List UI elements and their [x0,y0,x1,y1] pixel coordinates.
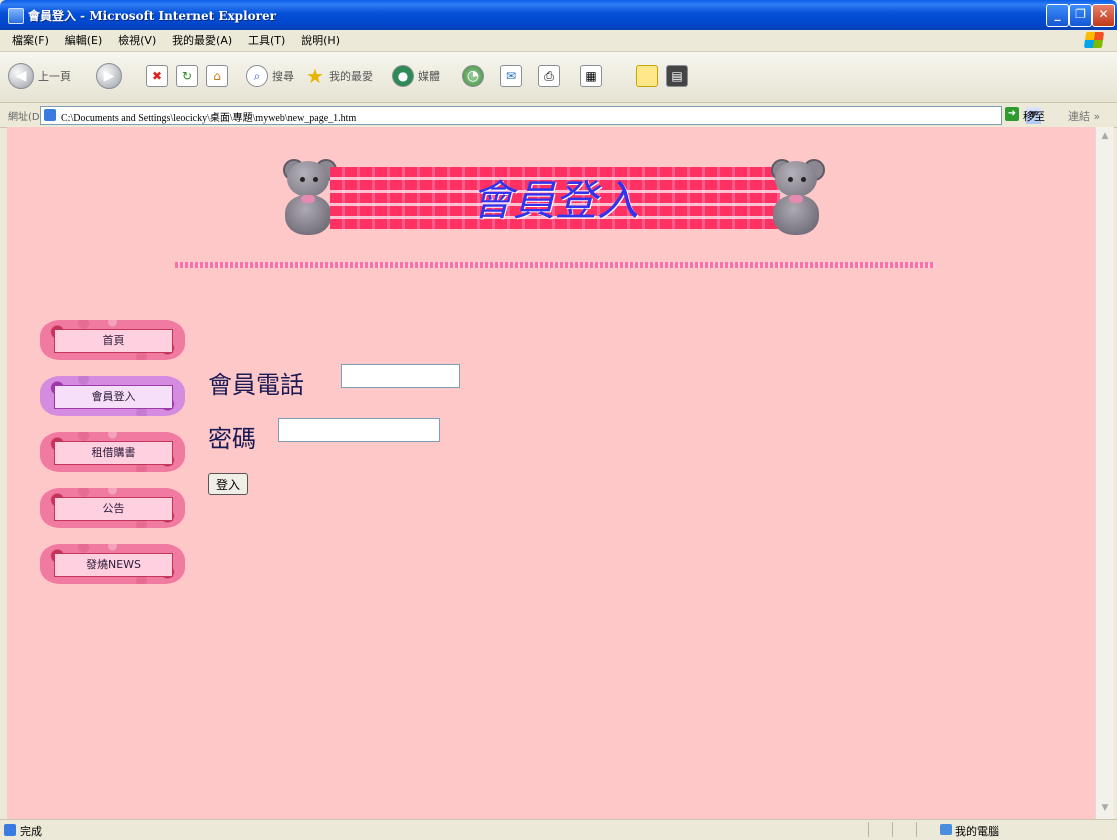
window-title: 會員登入 - Microsoft Internet Explorer [28,9,276,23]
close-button[interactable]: ✕ [1092,4,1115,27]
media-globe-icon: ● [392,65,414,87]
nav-announcement-label: 公告 [54,497,173,521]
favorites-label: 我的最愛 [329,70,373,83]
page-content: 會員登入 首頁 會員登入 租借購書 公告 發燒NEWS 會員電話 密碼 登入 [7,127,1095,819]
address-bar: 網址(D) C:\Documents and Settings\leocicky… [0,103,1117,128]
discuss-button[interactable] [636,60,658,92]
menu-view[interactable]: 檢視(V) [118,30,156,51]
nav-hot-news-button[interactable]: 發燒NEWS [40,544,185,584]
menu-file[interactable]: 檔案(F) [12,30,49,51]
star-icon: ★ [306,64,324,88]
status-divider [916,822,917,837]
history-button[interactable]: ◔ [462,60,484,92]
nav-rent-buy-button[interactable]: 租借購書 [40,432,185,472]
toolbar: ◀ 上一頁 ▶ ✖ ↻ ⌂ ⌕ 搜尋 ★ 我的最愛 ● 媒體 ◔ ✉ ⎙ ▦ ▤ [0,52,1117,103]
nav-announcement-button[interactable]: 公告 [40,488,185,528]
scroll-up-icon[interactable]: ▲ [1098,129,1112,143]
banner: 會員登入 [275,157,835,239]
home-button[interactable]: ⌂ [206,60,228,92]
nav-hot-news-label: 發燒NEWS [54,553,173,577]
menu-tools[interactable]: 工具(T) [248,30,285,51]
messenger-button[interactable]: ▤ [666,60,688,92]
history-icon: ◔ [462,65,484,87]
nav-member-login-label: 會員登入 [54,385,173,409]
status-divider [868,822,869,837]
banner-title: 會員登入 [470,176,639,225]
status-text: 完成 [20,825,42,838]
mail-icon: ✉ [500,65,522,87]
stop-button[interactable]: ✖ [146,60,168,92]
media-label: 媒體 [418,70,440,83]
menu-bar: 檔案(F) 編輯(E) 檢視(V) 我的最愛(A) 工具(T) 說明(H) [0,30,1117,52]
address-input[interactable]: C:\Documents and Settings\leocicky\桌面\專題… [40,106,1041,125]
my-computer-icon [940,824,952,835]
search-label: 搜尋 [272,70,294,83]
menu-help[interactable]: 說明(H) [301,30,340,51]
research-icon: ▤ [666,65,688,87]
go-arrow-icon[interactable]: ➜ [1005,107,1019,121]
back-arrow-icon: ◀ [8,63,34,89]
login-submit-button[interactable]: 登入 [208,473,248,495]
vertical-scrollbar[interactable]: ▲ ▼ [1095,127,1114,819]
print-icon: ⎙ [538,65,560,87]
phone-input[interactable] [341,364,460,388]
edit-icon: ▦ [580,65,602,87]
nav-home-button[interactable]: 首頁 [40,320,185,360]
menu-edit[interactable]: 編輯(E) [65,30,103,51]
title-bar[interactable]: 會員登入 - Microsoft Internet Explorer _ ❐ ✕ [0,0,1117,30]
home-icon: ⌂ [206,65,228,87]
teddy-bear-right-icon [763,157,829,239]
forward-button[interactable]: ▶ [96,60,122,92]
nav-rent-buy-label: 租借購書 [54,441,173,465]
refresh-button[interactable]: ↻ [176,60,198,92]
minimize-button[interactable]: _ [1046,4,1069,27]
forward-arrow-icon: ▶ [96,63,122,89]
decorative-divider [175,262,935,268]
search-icon: ⌕ [246,65,268,87]
security-zone: 我的電腦 [955,825,999,838]
status-divider [892,822,893,837]
print-button[interactable]: ⎙ [538,60,560,92]
address-label: 網址(D) [8,112,44,123]
address-url[interactable]: C:\Documents and Settings\leocicky\桌面\專題… [61,109,356,124]
folder-icon [636,65,658,87]
page-done-icon [4,824,16,836]
go-button[interactable]: 移至 [1023,108,1045,124]
ie-page-icon [8,8,24,24]
password-input[interactable] [278,418,440,442]
search-button[interactable]: ⌕ 搜尋 [246,60,294,92]
scroll-down-icon[interactable]: ▼ [1098,801,1112,815]
back-button[interactable]: ◀ 上一頁 [8,60,71,92]
status-bar: 完成 我的電腦 [0,819,1117,840]
page-icon [44,109,56,121]
favorites-button[interactable]: ★ 我的最愛 [305,60,373,92]
maximize-button[interactable]: ❐ [1069,4,1092,27]
edit-button[interactable]: ▦ [580,60,602,92]
media-button[interactable]: ● 媒體 [392,60,440,92]
links-button[interactable]: 連結 » [1068,108,1100,124]
nav-member-login-button[interactable]: 會員登入 [40,376,185,416]
refresh-icon: ↻ [176,65,198,87]
menu-favorites[interactable]: 我的最愛(A) [172,30,232,51]
back-label: 上一頁 [38,70,71,83]
windows-logo-icon [1083,32,1105,48]
stop-icon: ✖ [146,65,168,87]
mail-button[interactable]: ✉ [500,60,522,92]
nav-home-label: 首頁 [54,329,173,353]
phone-label: 會員電話 [208,371,304,399]
password-label: 密碼 [208,425,256,453]
